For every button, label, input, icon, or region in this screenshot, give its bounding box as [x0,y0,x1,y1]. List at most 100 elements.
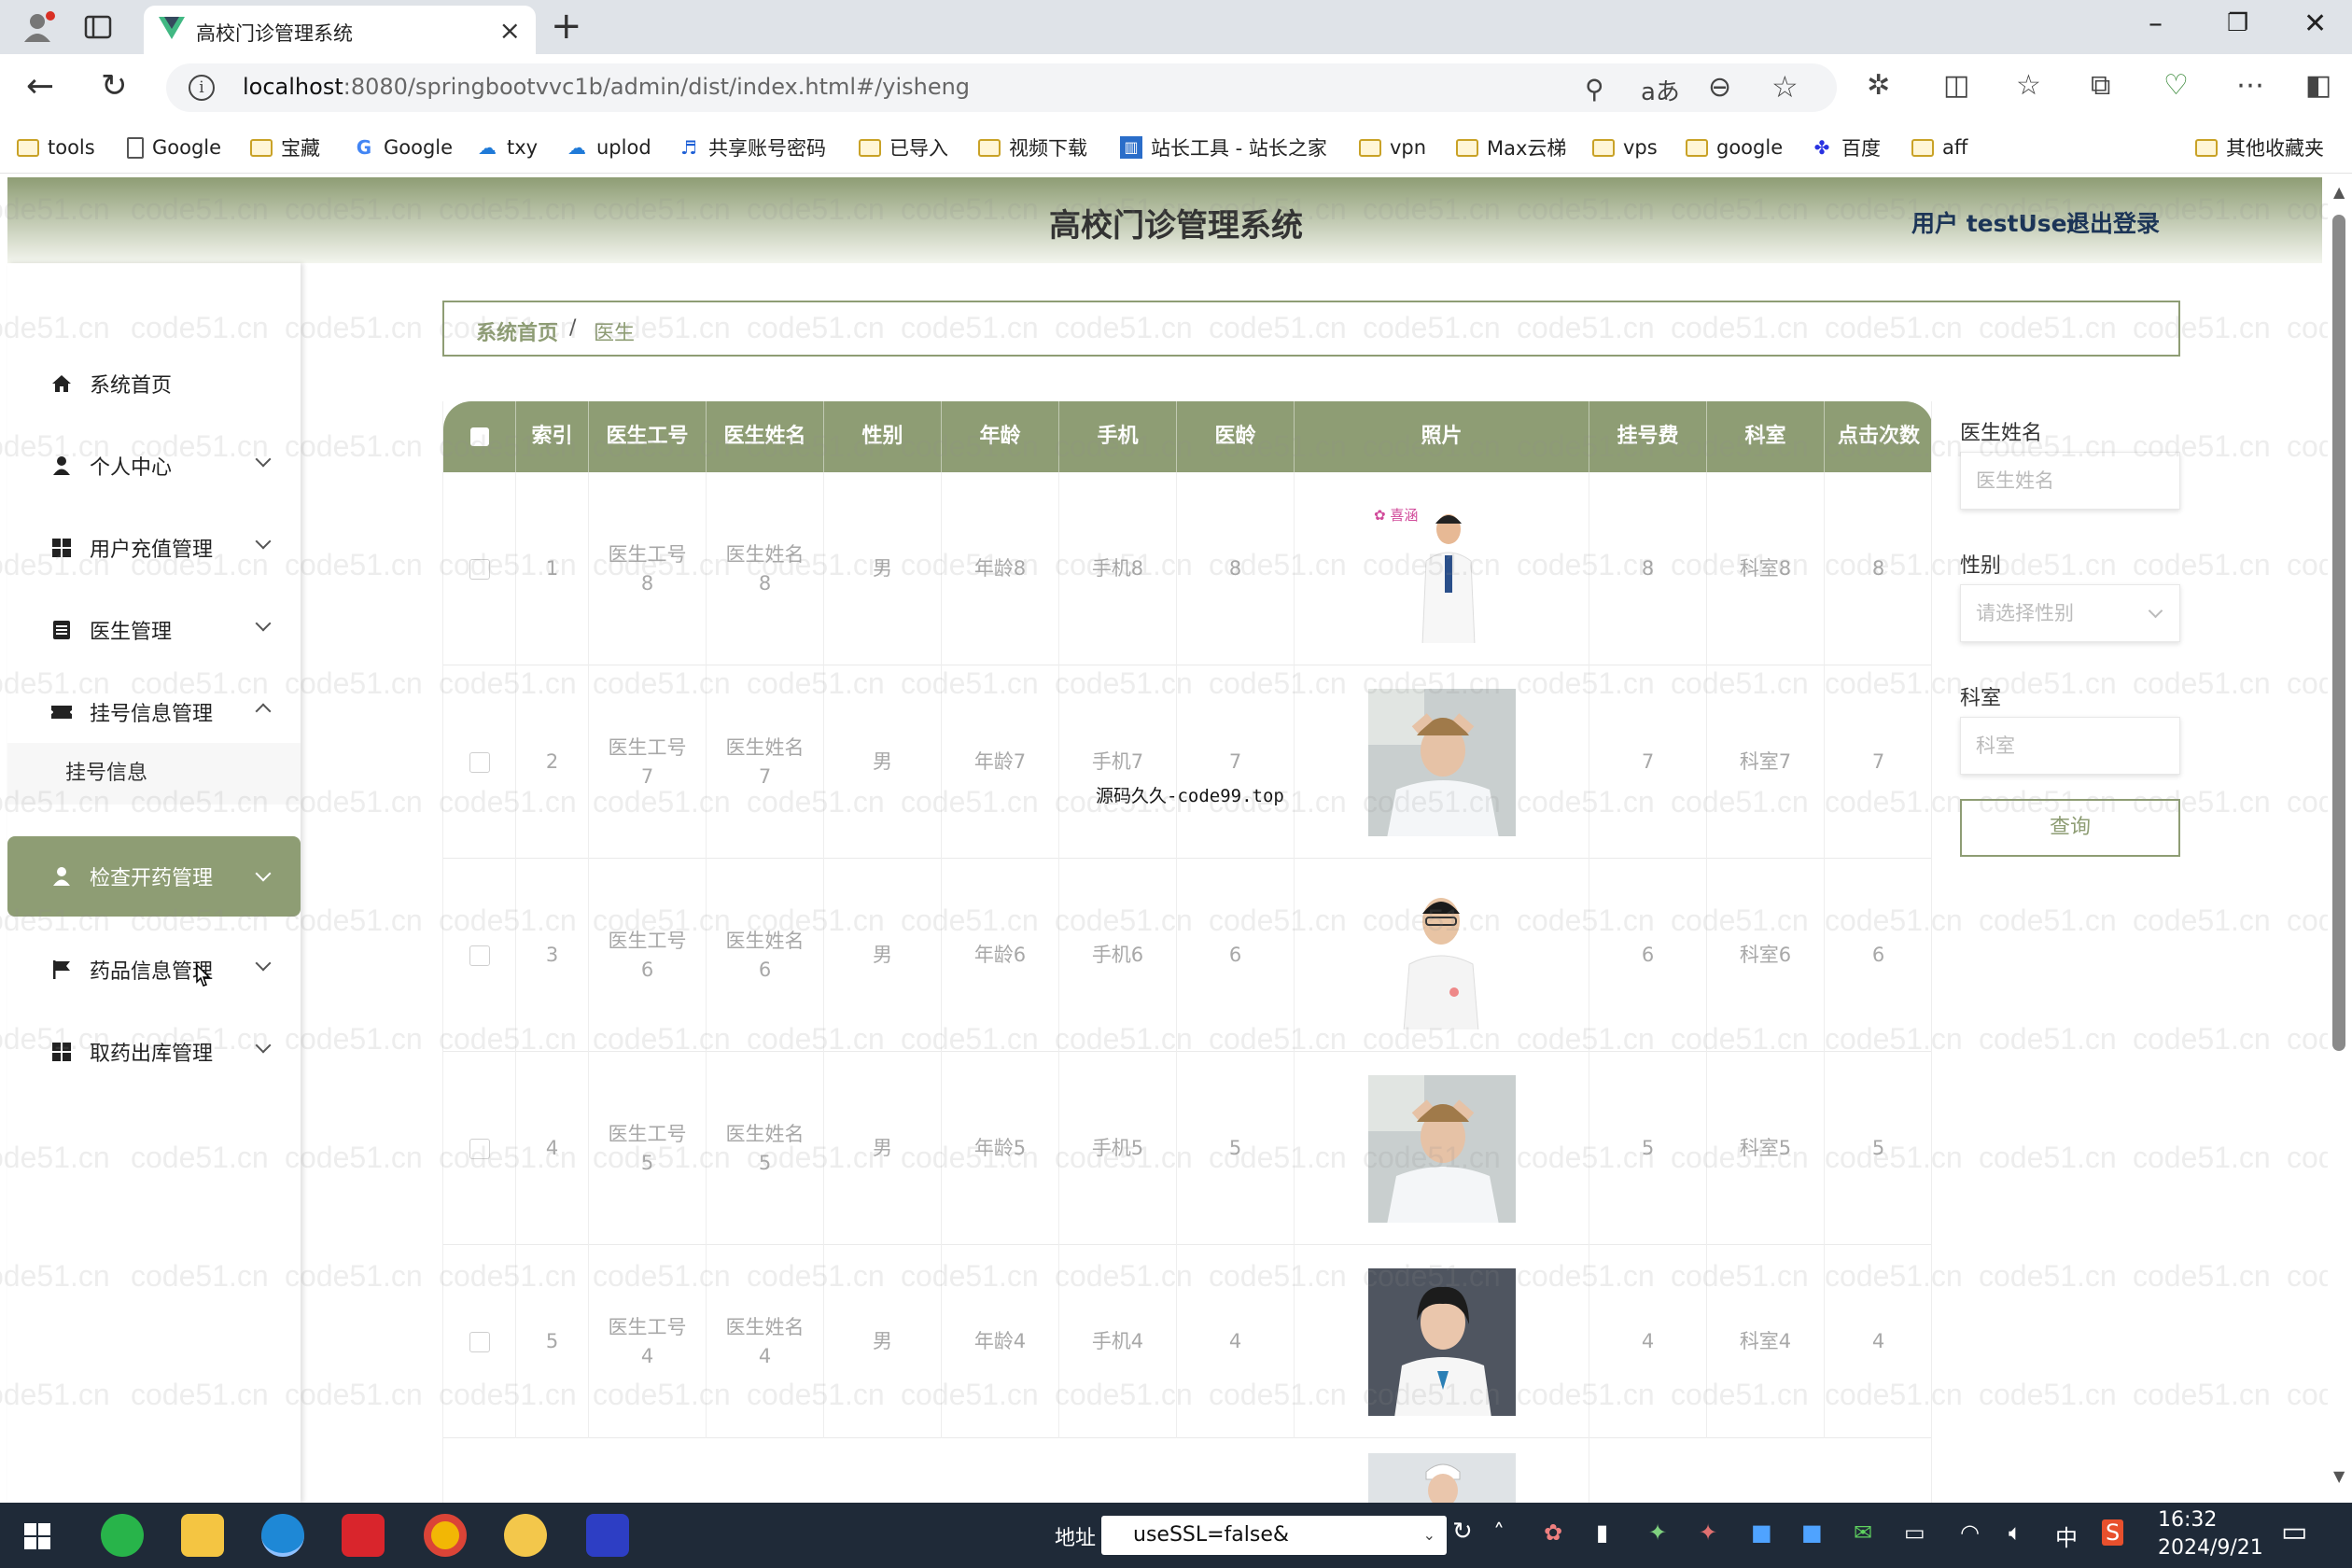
dropdown-arrow-icon[interactable]: ⌄ [1423,1516,1435,1555]
tab-close-icon[interactable]: × [499,15,521,46]
doctor-name-input[interactable]: 医生姓名 [1960,452,2180,510]
tray-app2-icon[interactable]: ✦ [1648,1519,1667,1546]
tray-app4-icon[interactable]: ■ [1751,1519,1772,1546]
sogou-ime-icon[interactable]: S [2102,1519,2124,1546]
bookmark-vps[interactable]: vps [1592,133,1658,162]
bookmark-shared-accounts[interactable]: ♬ 共享账号密码 [678,133,826,162]
file-explorer-icon[interactable] [181,1514,224,1557]
bookmark-baidu[interactable]: ✤ 百度 [1811,133,1881,162]
edge-browser-icon[interactable] [261,1514,304,1557]
chrome-icon[interactable] [424,1514,467,1557]
scroll-down-icon[interactable]: ▼ [2333,1467,2345,1485]
sidebar-item-registration-mgmt[interactable]: 挂号信息管理 [7,683,301,741]
table-row[interactable]: 2 医生工号 7 医生姓名 7 男年龄7 手机7 7 7 科室7 7 [443,665,1931,859]
sidebar-item-personal-center[interactable]: 个人中心 [7,437,301,495]
windows-start-icon[interactable] [24,1523,50,1549]
url-bar[interactable]: i localhost:8080/springbootvvc1b/admin/d… [166,63,1837,112]
site-info-icon[interactable]: i [189,75,215,101]
zoom-icon[interactable]: ⊖ [1708,71,1731,104]
taskbar-refresh-icon[interactable]: ↻ [1452,1518,1473,1546]
tray-app3-icon[interactable]: ✦ [1699,1519,1717,1546]
bookmark-max-ladder[interactable]: Max云梯 [1456,133,1566,162]
clock-time[interactable]: 16:32 [2158,1508,2217,1532]
tray-expand-icon[interactable]: ˄ [1493,1519,1505,1546]
active-tab[interactable]: 高校门诊管理系统 × [144,6,536,54]
row-checkbox[interactable] [469,1331,490,1352]
bookmark-txy[interactable]: ☁ txy [476,133,538,162]
submenu-registration-info[interactable]: 挂号信息 [7,743,301,805]
favorite-star-icon[interactable]: ☆ [1771,69,1799,105]
logout-link[interactable]: 退出登录 [2066,205,2160,239]
tray-usb-icon[interactable]: ▮ [1596,1519,1608,1546]
refresh-icon[interactable]: ↻ [101,67,128,105]
favorites-icon[interactable]: ☆ [2016,69,2041,102]
table-row[interactable]: 3 医生工号 6 医生姓名 6 男年龄6 手机6 6 6 科室6 6 [443,859,1931,1052]
row-checkbox[interactable] [469,751,490,773]
intellij-icon[interactable] [586,1514,629,1557]
more-menu-icon[interactable]: ⋯ [2236,69,2264,102]
wechat-icon[interactable]: ✉ [1854,1519,1872,1546]
table-row[interactable]: 5 医生工号 4 医生姓名 4 男年龄4 手机4 4 4 科室4 4 [443,1245,1931,1438]
app-360-icon[interactable] [101,1514,144,1557]
row-checkbox[interactable] [469,1138,490,1159]
ime-indicator[interactable]: 中 [2055,1519,2078,1552]
bookmark-vpn[interactable]: vpn [1359,133,1426,162]
dept-input[interactable]: 科室 [1960,717,2180,775]
wifi-icon[interactable]: ◠ [1960,1519,1980,1546]
table-row[interactable] [443,1438,1931,1503]
split-screen-icon[interactable]: ◫ [1943,69,1969,102]
new-tab-icon[interactable]: + [551,5,582,48]
bookmark-baozang[interactable]: 宝藏 [250,133,320,162]
taskbar-address-input[interactable]: useSSL=false& ⌄ [1101,1516,1447,1555]
translate-icon[interactable]: aあ [1641,73,1680,107]
scrollbar-thumb[interactable] [2332,215,2345,1051]
tray-device-icon[interactable]: ▭ [1904,1519,1925,1546]
bookmark-aff[interactable]: aff [1911,133,1967,162]
sidebar-item-recharge[interactable]: 用户充值管理 [7,519,301,577]
sidebar-item-drug-info[interactable]: 药品信息管理 [7,941,301,999]
minimize-icon[interactable]: – [2149,7,2163,40]
window-close-icon[interactable]: ✕ [2303,7,2327,40]
sidebar-item-drug-dispense[interactable]: 取药出库管理 [7,1023,301,1081]
collections-icon[interactable]: ⧉ [2091,69,2110,102]
bookmark-imported[interactable]: 已导入 [859,133,948,162]
url-text[interactable]: localhost:8080/springbootvvc1b/admin/dis… [243,74,970,100]
gender-select[interactable]: 请选择性别 [1960,584,2180,642]
table-row[interactable]: 4 医生工号 5 医生姓名 5 男年龄5 手机5 5 5 科室5 5 [443,1052,1931,1245]
volume-icon[interactable]: 🔈︎ [2009,1519,2022,1546]
sidebar-item-exam-prescription[interactable]: 检查开药管理 [7,836,301,917]
restore-icon[interactable]: ❐ [2227,9,2248,37]
sidebar-item-doctor-mgmt[interactable]: 医生管理 [7,601,301,659]
back-icon[interactable]: ← [26,67,54,105]
search-key-icon[interactable]: ⚲ [1585,74,1604,105]
tray-app5-icon[interactable]: ■ [1801,1519,1823,1546]
bookmark-google[interactable]: G Google [353,133,453,162]
query-button[interactable]: 查询 [1960,799,2180,857]
bookmark-video-download[interactable]: 视频下载 [978,133,1087,162]
app-bird-icon[interactable] [504,1514,547,1557]
bookmark-google-folder[interactable]: google [1686,133,1783,162]
tab-actions-icon[interactable] [82,11,114,43]
sidebar-toggle-icon[interactable]: ◧ [2305,69,2331,102]
row-checkbox[interactable] [469,558,490,580]
row-checkbox[interactable] [469,945,490,966]
doctor-photo: ✿ 喜涵 [1367,495,1516,643]
extensions-icon[interactable]: ✲ [1867,69,1890,102]
select-all-checkbox[interactable] [443,401,516,472]
bookmark-uplod[interactable]: ☁ uplod [566,133,651,162]
profile-icon[interactable] [21,8,58,46]
scroll-up-icon[interactable]: ▲ [2333,183,2345,201]
bookmark-google-page[interactable]: Google [127,133,221,162]
breadcrumb-home[interactable]: 系统首页 [476,316,558,346]
sidebar-item-home[interactable]: 系统首页 [7,355,301,413]
tray-app-icon[interactable]: ✿ [1544,1519,1562,1546]
bookmark-tools[interactable]: tools [17,133,95,162]
browser-essentials-icon[interactable]: ♡ [2163,69,2189,102]
clock-date[interactable]: 2024/9/21 [2158,1536,2263,1560]
table-row[interactable]: 1 医生工号 8 医生姓名 8 男年龄8 手机8 8 ✿ 喜涵 8 科室8 8 [443,472,1931,665]
page-scrollbar[interactable]: ▲ ▼ [2328,174,2352,1503]
bookmark-other-favorites[interactable]: 其他收藏夹 [2195,133,2324,162]
bookmark-webmaster-tools[interactable]: ▥ 站长工具 - 站长之家 [1120,133,1327,162]
wps-icon[interactable] [342,1514,385,1557]
notification-icon[interactable]: ▭ [2281,1516,2307,1548]
